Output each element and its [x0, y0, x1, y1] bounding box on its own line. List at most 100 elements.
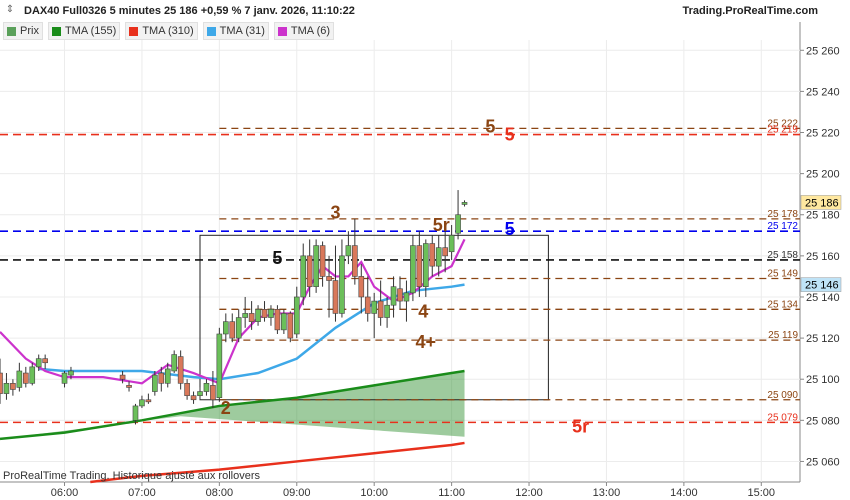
y-tick-label: 25 180: [806, 210, 840, 222]
y-tick-label: 25 160: [806, 251, 840, 263]
candle-body: [235, 317, 242, 339]
y-tick-label: 25 220: [806, 128, 840, 140]
level-label: 25 134: [767, 299, 798, 310]
candle-body: [448, 235, 455, 253]
candle-body: [139, 399, 145, 407]
candle-body: [423, 243, 429, 287]
candle-body: [442, 247, 448, 257]
x-tick-label: 11:00: [438, 487, 465, 499]
level-label: 25 172: [767, 221, 798, 232]
wave-annotation: 5r: [433, 215, 450, 235]
y-tick-label: 25 200: [806, 169, 840, 181]
x-tick-label: 10:00: [360, 487, 388, 499]
price-chart[interactable]: 25 06025 08025 10025 12025 14025 16025 1…: [0, 0, 850, 500]
candle-body: [345, 245, 352, 257]
candle-body: [152, 374, 158, 392]
level-label: 25 119: [768, 330, 798, 341]
candle-body: [223, 321, 229, 335]
candle-body: [35, 358, 42, 368]
wave-annotation: 4: [418, 301, 428, 321]
candle-body: [371, 300, 377, 314]
candle-body: [332, 280, 339, 314]
level-label: 25 090: [767, 390, 798, 401]
candle-body: [384, 304, 390, 318]
candle-body: [352, 245, 358, 277]
candle-body: [339, 255, 345, 314]
candle-body: [326, 276, 332, 281]
candle-body: [455, 214, 461, 234]
candle-body: [145, 399, 152, 403]
candle-body: [306, 255, 313, 287]
candle-body: [435, 247, 442, 267]
candle-body: [293, 296, 300, 335]
candle-body: [397, 288, 403, 302]
x-tick-label: 08:00: [206, 487, 234, 499]
candle-body: [126, 385, 132, 388]
candle-body: [274, 309, 281, 331]
candle-body: [10, 383, 16, 390]
candle-body: [210, 385, 216, 401]
candle-body: [300, 255, 307, 298]
candle-body: [313, 245, 319, 287]
wave-annotation: 5r: [572, 416, 589, 436]
candle-body: [61, 372, 68, 384]
y-tick-label: 25 240: [806, 86, 840, 98]
candle-body: [268, 309, 274, 318]
candle-body: [184, 383, 190, 396]
level-label: 25 219: [767, 125, 798, 136]
candle-body: [461, 202, 468, 205]
candle-body: [23, 372, 29, 384]
x-tick-label: 15:00: [748, 487, 776, 499]
candle-body: [164, 368, 171, 384]
candle-body: [0, 372, 3, 394]
wave-annotation: 5: [485, 116, 495, 136]
level-label: 25 178: [767, 209, 798, 220]
candle-body: [242, 313, 248, 318]
candle-body: [68, 370, 74, 376]
y-tick-label: 25 080: [806, 415, 840, 427]
wave-annotation: 3: [330, 203, 340, 223]
candle-body: [377, 300, 384, 318]
x-tick-label: 07:00: [128, 487, 156, 499]
footer-note: ProRealTime Trading. Historique ajusté a…: [3, 470, 260, 482]
level-label: 25 149: [767, 268, 798, 279]
candle-body: [42, 358, 48, 364]
x-tick-label: 06:00: [51, 487, 79, 499]
price-tag-label: 25 146: [805, 280, 839, 292]
candle-body: [319, 245, 326, 277]
candle-body: [255, 309, 261, 322]
candle-body: [158, 372, 165, 384]
wave-annotation: 5: [505, 219, 515, 239]
y-tick-label: 25 100: [806, 374, 840, 386]
candle-body: [190, 395, 197, 401]
y-tick-label: 25 260: [806, 45, 840, 57]
y-tick-label: 25 120: [806, 333, 840, 345]
level-label: 25 158: [767, 250, 798, 261]
x-tick-label: 12:00: [515, 487, 543, 499]
candle-body: [197, 391, 203, 396]
x-tick-label: 09:00: [283, 487, 311, 499]
candle-body: [216, 333, 223, 399]
candle-body: [16, 370, 23, 388]
candle-body: [248, 313, 255, 322]
x-tick-label: 13:00: [593, 487, 621, 499]
price-tag-label: 25 186: [805, 197, 839, 209]
candle-body: [416, 245, 423, 287]
candle-body: [229, 321, 236, 339]
candle-body: [132, 405, 139, 421]
wave-annotation: 5: [272, 248, 282, 268]
wave-annotation: 4+: [416, 332, 437, 352]
candle-body: [364, 296, 371, 314]
candle-body: [29, 366, 36, 384]
candle-body: [390, 286, 397, 306]
wave-annotation: 5: [505, 125, 515, 145]
candle-body: [358, 276, 365, 298]
candle-body: [287, 313, 294, 339]
candle-body: [203, 383, 210, 392]
candle-body: [3, 383, 10, 394]
y-tick-label: 25 140: [806, 292, 840, 304]
chart-window: { "header": { "title": "DAX40 Full0326 5…: [0, 0, 850, 500]
candle-body: [171, 354, 177, 372]
candle-body: [281, 313, 287, 331]
level-label: 25 079: [767, 412, 798, 423]
